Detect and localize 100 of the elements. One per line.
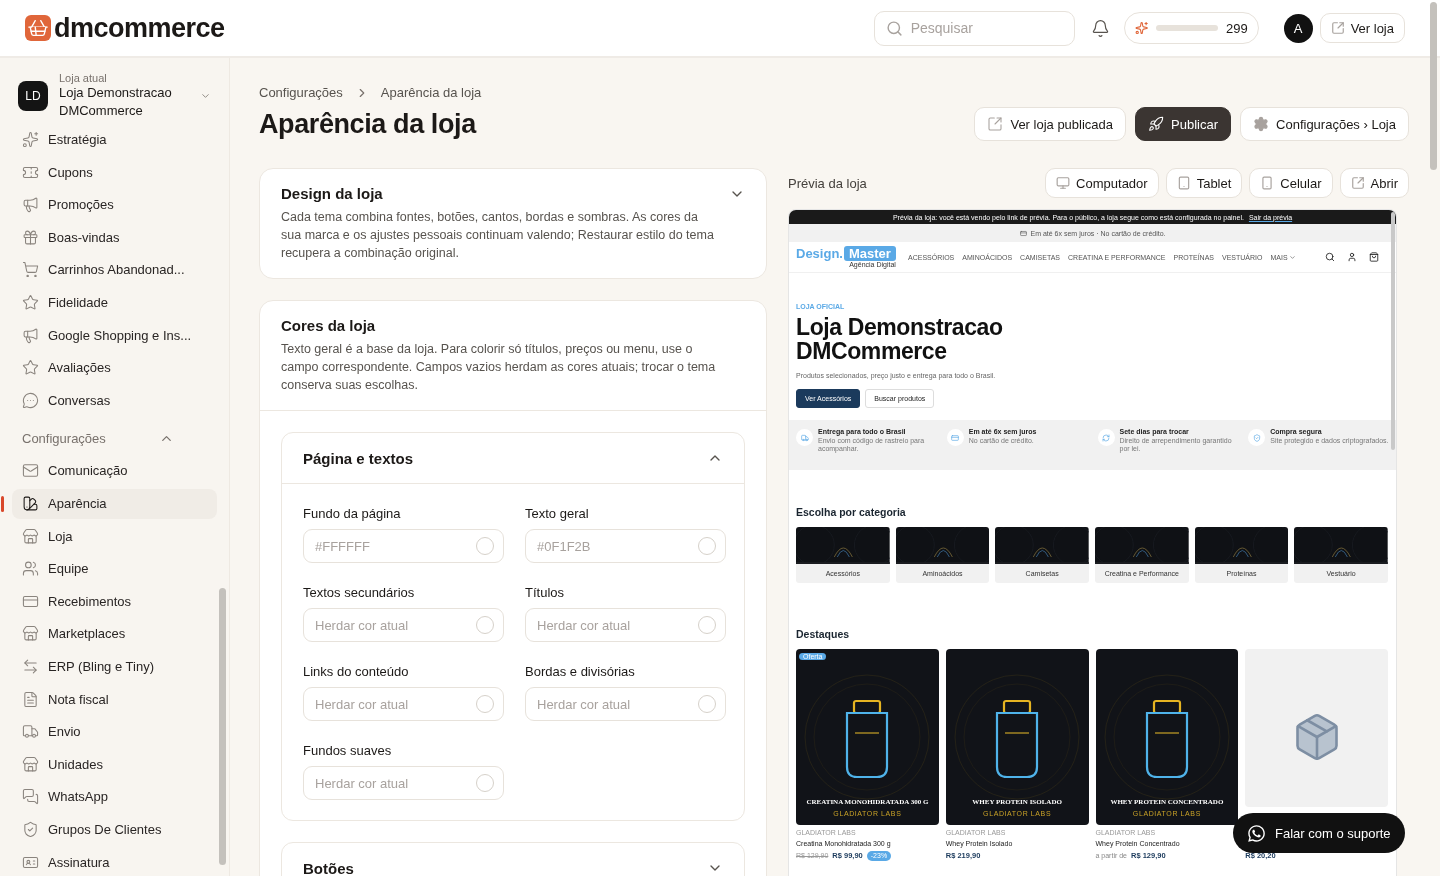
user-icon[interactable] (1347, 252, 1357, 262)
bell-icon[interactable] (1090, 18, 1110, 38)
scrollbar-thumb[interactable] (219, 588, 226, 865)
card-title: Design da loja (281, 185, 383, 202)
breadcrumb-link[interactable]: Configurações (259, 85, 343, 100)
color-field[interactable]: Herdar cor atual (303, 687, 504, 721)
sidebar-item[interactable]: Fidelidade (12, 287, 217, 318)
user-avatar[interactable]: A (1283, 13, 1313, 43)
truck-icon (800, 433, 809, 442)
sidebar-item[interactable]: Promoções (12, 189, 217, 220)
external-link-icon (1330, 21, 1345, 35)
sidebar-item[interactable]: Google Shopping e Ins... (12, 320, 217, 351)
rocket-icon (1148, 116, 1165, 132)
swatch-icon (22, 495, 39, 513)
action-button[interactable]: Ver loja publicada (974, 107, 1127, 141)
scrollbar-thumb[interactable] (1430, 2, 1437, 170)
color-field[interactable]: #0F1F2B (525, 529, 726, 563)
mail-icon (22, 462, 39, 480)
product-image[interactable] (1245, 649, 1388, 807)
color-field[interactable]: #FFFFFF (303, 529, 504, 563)
sidebar-item[interactable]: Grupos De Clientes (12, 814, 217, 845)
phone-icon (1260, 176, 1275, 190)
color-field[interactable]: Herdar cor atual (525, 687, 726, 721)
settings-icon (1253, 116, 1270, 132)
group-title: Página e textos (303, 449, 414, 467)
color-field[interactable]: Herdar cor atual (303, 766, 504, 800)
card-icon (1019, 229, 1027, 237)
gift-icon (22, 228, 39, 246)
sidebar-item[interactable]: Envio (12, 716, 217, 747)
sidebar-item[interactable]: Conversas (12, 385, 217, 416)
sidebar-item[interactable]: Estratégia (12, 124, 217, 155)
card-icon (951, 433, 960, 442)
sidebar-item[interactable]: WhatsApp (12, 781, 217, 812)
section-toggle[interactable]: Configurações (12, 423, 184, 454)
store-icon (22, 527, 39, 545)
color-field[interactable]: Herdar cor atual (303, 608, 504, 642)
sparkles-icon (1134, 21, 1148, 35)
open-button[interactable]: Abrir (1339, 168, 1409, 198)
sidebar-item[interactable]: Unidades (12, 749, 217, 780)
messages-icon (22, 788, 39, 806)
logo-word: Master (843, 246, 896, 261)
sidebar-item[interactable]: Avaliações (12, 352, 217, 383)
store-caption: Loja atual (59, 72, 108, 84)
breadcrumb-link[interactable]: Aparência da loja (380, 85, 482, 100)
sparkles-icon (22, 131, 39, 149)
action-button[interactable]: Configurações › Loja (1240, 107, 1409, 141)
card-description: Texto geral é a base da loja. Para colorir só títulos, preços ou menu, use o campo correspondente. Campos vazios herdam as cores atuais; trocar o tema conserva suas escolhas. (281, 341, 717, 394)
shield-icon (1252, 433, 1261, 442)
group-title: Botões (303, 859, 354, 876)
sidebar-item[interactable]: Loja (12, 521, 217, 552)
store-icon (22, 755, 39, 773)
field-label: Fundo da página (303, 506, 402, 521)
sidebar-item[interactable]: ERP (Bling e Tiny) (12, 651, 217, 682)
field-label: Bordas e divisórias (525, 664, 636, 679)
action-button[interactable]: Publicar (1135, 107, 1232, 141)
document-icon (22, 690, 39, 708)
field-label: Textos secundários (303, 585, 416, 600)
selection-marker (1, 495, 4, 512)
card-description: Cada tema combina fontes, botões, cantos, bordas e sombras. As cores da sua marca e os ajustes pessoais continuam valendo; Restaurar estilo do tema recupera a combinação original. (281, 209, 715, 262)
monitor-icon (1056, 176, 1071, 190)
field-label: Títulos (525, 585, 565, 600)
bag-icon[interactable] (1369, 252, 1379, 262)
sidebar-item[interactable]: Boas-vindas (12, 222, 217, 253)
sidebar-item[interactable]: Carrinhos Abandonad... (12, 254, 217, 285)
search-icon[interactable] (1325, 252, 1335, 262)
search-field[interactable]: Pesquisar (873, 10, 1075, 46)
tablet-icon (1176, 176, 1191, 190)
field-label: Links do conteúdo (303, 664, 410, 679)
credits-bar (1155, 25, 1218, 31)
section-title: Destaques (796, 628, 851, 640)
hero-title: Loja Demonstracao DMCommerce (796, 315, 1004, 363)
store-icon (22, 625, 39, 643)
truck-icon (22, 723, 39, 741)
sidebar-item[interactable]: Cupons (12, 157, 217, 188)
sidebar-item[interactable]: Nota fiscal (12, 684, 217, 715)
sidebar-item[interactable]: Assinatura (12, 847, 217, 876)
device-button[interactable]: Celular (1249, 168, 1333, 198)
sidebar-item[interactable]: Comunicação (12, 455, 217, 486)
logo: dmcommerce (54, 12, 225, 44)
sidebar-item[interactable]: Recebimentos (12, 586, 217, 617)
store-name[interactable]: Loja Demonstracao DMCommerce (59, 84, 189, 120)
megaphone-icon (22, 326, 39, 344)
store-avatar: LD (18, 81, 48, 111)
device-button[interactable]: Computador (1045, 168, 1159, 198)
arrows-icon (22, 658, 39, 675)
bag-logo-icon (25, 15, 51, 41)
sidebar-item[interactable]: Equipe (12, 553, 217, 584)
view-store-button[interactable]: Ver loja (1319, 13, 1405, 43)
megaphone-icon (22, 196, 39, 214)
sidebar-item[interactable]: Marketplaces (12, 618, 217, 649)
color-field[interactable]: Herdar cor atual (525, 608, 726, 642)
external-link-icon (987, 116, 1004, 132)
page-title: Aparência da loja (259, 108, 476, 140)
device-button[interactable]: Tablet (1165, 168, 1243, 198)
support-button[interactable]: Falar com o suporte (1233, 813, 1405, 853)
star-icon (22, 294, 39, 312)
card-title: Cores da loja (281, 317, 376, 334)
refresh-icon (1102, 433, 1110, 442)
field-label: Texto geral (525, 506, 590, 521)
logo-word: Design. (796, 246, 843, 261)
